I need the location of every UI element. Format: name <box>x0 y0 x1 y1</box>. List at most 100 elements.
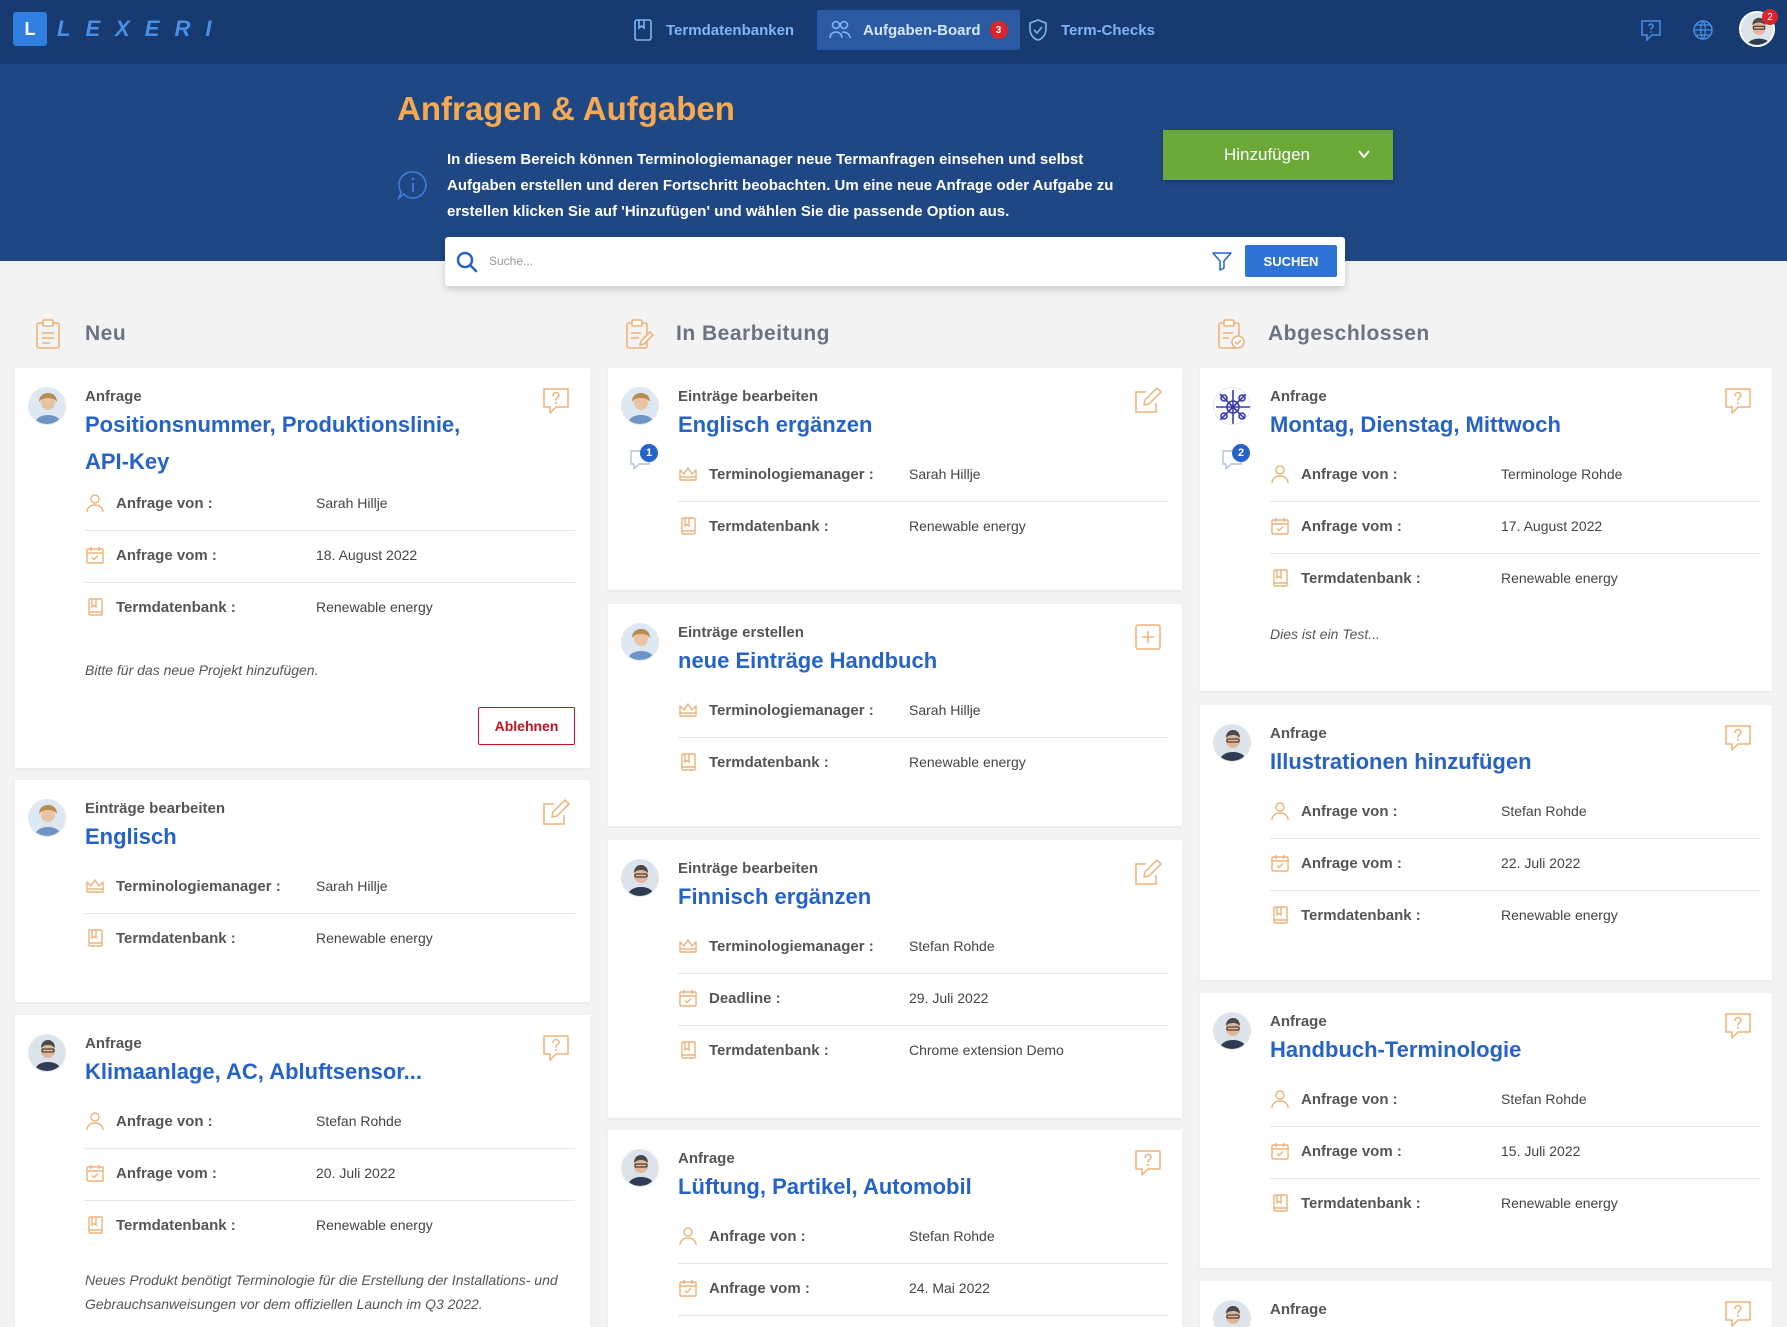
detail-row: Anfrage von : Stefan Rohde <box>1270 787 1760 839</box>
task-card[interactable]: Anfrage Handbuch-Terminologie Anfrage vo… <box>1200 993 1772 1268</box>
row-label: Termdatenbank : <box>1301 570 1421 587</box>
calendar-icon <box>1270 853 1290 873</box>
avatar <box>28 1034 66 1072</box>
book-icon <box>85 1215 105 1235</box>
row-label: Anfrage von : <box>1301 466 1398 483</box>
calendar-icon <box>1270 516 1290 536</box>
task-card[interactable]: Anfrage <box>1200 1281 1772 1327</box>
reject-button[interactable]: Ablehnen <box>478 707 575 745</box>
card-title[interactable]: Lüftung, Partikel, Automobil <box>678 1168 1078 1205</box>
nav-aufgaben-board[interactable]: Aufgaben-Board 3 <box>817 10 1020 50</box>
task-card[interactable]: Einträge bearbeiten Finnisch ergänzen Te… <box>608 840 1182 1118</box>
row-value: Renewable energy <box>909 754 1026 770</box>
nav-term-checks[interactable]: Term-Checks <box>1015 10 1167 50</box>
row-label: Termdatenbank : <box>1301 1195 1421 1212</box>
card-title[interactable]: neue Einträge Handbuch <box>678 642 1078 679</box>
column-title: Neu <box>85 322 127 345</box>
person-icon <box>678 1226 698 1246</box>
help-icon[interactable] <box>1639 18 1663 42</box>
book-icon <box>634 19 652 41</box>
task-card[interactable]: Einträge bearbeiten Englisch Terminologi… <box>15 780 590 1002</box>
task-card[interactable]: Anfrage Positionsnummer, Produktionslini… <box>15 368 590 768</box>
book-icon <box>85 597 105 617</box>
row-value: Sarah Hillje <box>909 466 981 482</box>
question-icon[interactable] <box>540 1032 572 1064</box>
team-icon <box>829 20 851 39</box>
lexeri-logo[interactable]: L LEXERI <box>13 12 226 46</box>
edit-icon[interactable] <box>540 797 572 829</box>
nav-termdatenbanken[interactable]: Termdatenbanken <box>620 10 806 50</box>
row-value: Terminologe Rohde <box>1501 466 1623 482</box>
card-title[interactable]: Englisch <box>85 818 485 855</box>
avatar <box>1213 387 1251 425</box>
nav-label: Aufgaben-Board <box>863 21 981 39</box>
detail-row: Anfrage vom : 18. August 2022 <box>85 531 575 583</box>
row-label: Anfrage von : <box>1301 1091 1398 1108</box>
search-bar: SUCHEN <box>445 237 1345 286</box>
question-icon[interactable] <box>1722 385 1754 417</box>
column-title: In Bearbeitung <box>676 322 831 345</box>
detail-row: Deadline : 29. Juli 2022 <box>678 974 1168 1026</box>
globe-icon[interactable] <box>1691 18 1715 42</box>
row-value: Renewable energy <box>1501 907 1618 923</box>
task-card[interactable]: Anfrage Montag, Dienstag, Mittwoch 2 Anf… <box>1200 368 1772 691</box>
detail-row: Anfrage von : Stefan Rohde <box>85 1097 575 1149</box>
row-label: Termdatenbank : <box>709 1042 829 1059</box>
detail-row: Terminologiemanager : Stefan Rohde <box>678 922 1168 974</box>
detail-row: Termdatenbank : Renewable energy <box>1270 554 1760 606</box>
column-title: Abgeschlossen <box>1268 322 1430 345</box>
row-value: Stefan Rohde <box>1501 803 1587 819</box>
question-icon[interactable] <box>1722 722 1754 754</box>
row-value: Sarah Hillje <box>909 702 981 718</box>
detail-row: Termdatenbank : Renewable energy <box>85 1201 575 1253</box>
detail-row: Anfrage vom : 22. Juli 2022 <box>1270 839 1760 891</box>
card-title[interactable]: Klimaanlage, AC, Abluftsensor... <box>85 1053 485 1090</box>
nav-label: Term-Checks <box>1061 21 1155 39</box>
question-icon[interactable] <box>1722 1010 1754 1042</box>
detail-row: Termdatenbank : Renewable energy <box>678 738 1168 790</box>
brand-name: LEXERI <box>57 16 227 41</box>
detail-row: Termdatenbank : Renewable energy <box>1270 1179 1760 1231</box>
row-value: 20. Juli 2022 <box>316 1165 396 1181</box>
card-type: Einträge bearbeiten <box>678 860 819 877</box>
row-label: Termdatenbank : <box>116 1217 236 1234</box>
task-card[interactable]: Anfrage Illustrationen hinzufügen Anfrag… <box>1200 705 1772 980</box>
search-input[interactable] <box>489 247 1209 275</box>
person-icon <box>85 1111 105 1131</box>
row-label: Anfrage von : <box>709 1228 806 1245</box>
row-value: Renewable energy <box>1501 570 1618 586</box>
filter-icon[interactable] <box>1211 250 1233 272</box>
book-icon <box>1270 905 1290 925</box>
comment-count-badge: 2 <box>1232 444 1250 462</box>
question-icon[interactable] <box>1132 1147 1164 1179</box>
search-button[interactable]: SUCHEN <box>1245 245 1337 277</box>
task-card[interactable]: Einträge bearbeiten Englisch ergänzen 1 … <box>608 368 1182 590</box>
task-card[interactable]: Anfrage Lüftung, Partikel, Automobil Anf… <box>608 1130 1182 1327</box>
avatar <box>621 859 659 897</box>
person-icon <box>85 493 105 513</box>
detail-row: Anfrage vom : 20. Juli 2022 <box>85 1149 575 1201</box>
card-title[interactable]: Englisch ergänzen <box>678 406 1078 443</box>
edit-icon[interactable] <box>1132 385 1164 417</box>
row-label: Terminologiemanager : <box>709 702 874 719</box>
detail-row: Anfrage von : Terminologe Rohde <box>1270 450 1760 502</box>
edit-icon[interactable] <box>1132 857 1164 889</box>
task-card[interactable]: Anfrage Klimaanlage, AC, Abluftsensor...… <box>15 1015 590 1327</box>
row-label: Termdatenbank : <box>1301 907 1421 924</box>
row-value: Renewable energy <box>909 518 1026 534</box>
card-title[interactable]: Montag, Dienstag, Mittwoch <box>1270 406 1670 443</box>
card-title[interactable]: Handbuch-Terminologie <box>1270 1031 1670 1068</box>
add-button[interactable]: Hinzufügen <box>1163 130 1393 180</box>
card-title[interactable]: Finnisch ergänzen <box>678 878 1078 915</box>
plus-icon[interactable] <box>1132 621 1164 653</box>
row-value: Stefan Rohde <box>1501 1091 1587 1107</box>
question-icon[interactable] <box>1722 1298 1754 1327</box>
row-label: Terminologiemanager : <box>709 938 874 955</box>
row-value: Renewable energy <box>316 930 433 946</box>
card-title[interactable]: Positionsnummer, Produktionslinie, API-K… <box>85 406 485 480</box>
card-title[interactable]: Illustrationen hinzufügen <box>1270 743 1670 780</box>
clipboard-check-icon <box>1218 319 1245 349</box>
question-icon[interactable] <box>540 385 572 417</box>
row-value: Renewable energy <box>1501 1195 1618 1211</box>
task-card[interactable]: Einträge erstellen neue Einträge Handbuc… <box>608 604 1182 826</box>
